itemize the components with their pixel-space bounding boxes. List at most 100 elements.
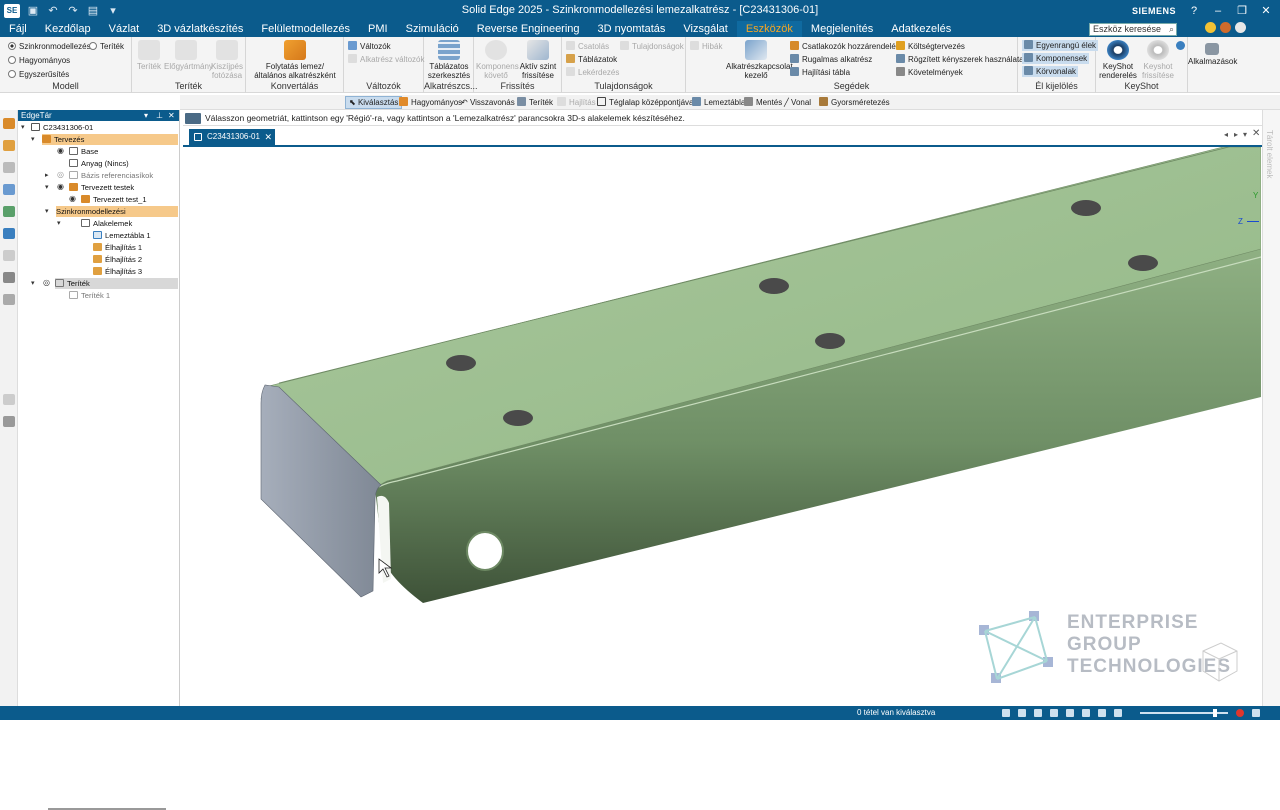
tree-synchronous[interactable]: Szinkronmodellezési (56, 206, 178, 217)
pin-icon[interactable] (3, 394, 15, 405)
cmd-undo[interactable]: ↶ Visszavonás (458, 96, 518, 109)
radio-ordered[interactable]: Hagyományos (8, 56, 70, 66)
tangent-edges-toggle[interactable]: Egyenrangú élek (1022, 40, 1099, 51)
cmd-smart-dimension[interactable]: Gyorsméretezés (816, 96, 893, 109)
record-icon[interactable] (1236, 709, 1244, 717)
tools-icon[interactable] (3, 162, 15, 173)
close-tab-icon[interactable]: ✕ (264, 129, 272, 145)
zoom-icon[interactable] (1034, 709, 1042, 717)
tree-root[interactable]: C23431306-01 (31, 122, 93, 133)
collapse-features-icon[interactable]: ▾ (57, 219, 61, 227)
close-icon[interactable]: ✕ (1260, 4, 1272, 17)
tree-flange-1[interactable]: Élhajlítás 1 (93, 242, 142, 253)
pan-icon[interactable] (1050, 709, 1058, 717)
cmd-save[interactable]: Mentés (741, 96, 785, 109)
update-active-level-button[interactable]: Aktív szint frissítése (518, 40, 558, 80)
collapse-root-icon[interactable]: ▾ (21, 123, 25, 131)
unfold-photo-button[interactable]: Kiszíjpés fotózása (210, 40, 244, 80)
print-icon[interactable]: ▤ (86, 5, 100, 17)
errors-button[interactable]: Hibák (690, 41, 722, 52)
component-tracker-button[interactable]: Komponens követő (476, 40, 519, 80)
view-cube[interactable] (1193, 637, 1243, 687)
menu-simulation[interactable]: Szimuláció (397, 21, 468, 37)
stack-icon[interactable] (3, 272, 15, 283)
outlines-toggle[interactable]: Körvonalak (1022, 66, 1079, 77)
tree-flat-1[interactable]: Teríték 1 (69, 290, 110, 301)
cmd-rectangle-center[interactable]: Téglalap középpontjával (594, 96, 698, 109)
tree-base[interactable]: Base (69, 146, 98, 157)
keyshot-extra-icon[interactable] (1176, 41, 1185, 50)
continue-sheet-button[interactable]: Folytatás lemez/ általános alkatrészként (250, 40, 340, 80)
link-icon[interactable] (3, 250, 15, 261)
tab-list-icon[interactable]: ▾ (1243, 130, 1247, 139)
display-style-icon[interactable] (1098, 709, 1106, 717)
undo-icon[interactable]: ↶ (46, 5, 60, 17)
settings-icon[interactable] (3, 416, 15, 427)
settings-gear-icon[interactable] (1235, 22, 1246, 33)
radio-flat[interactable]: Teríték (89, 42, 124, 52)
collapse-synchronous-icon[interactable]: ▾ (45, 207, 49, 215)
cmd-bend[interactable]: Hajlítás (554, 96, 599, 109)
library-icon[interactable] (3, 206, 15, 217)
pathfinder-icon[interactable] (3, 118, 15, 129)
view-fit-icon[interactable] (1002, 709, 1010, 717)
cost-planning-button[interactable]: Költségtervezés (896, 41, 965, 52)
cmd-ordered[interactable]: Hagyományos (396, 96, 465, 109)
family-icon[interactable] (3, 294, 15, 305)
dropdown-icon[interactable]: ▾ (144, 110, 148, 121)
keyshot-render-button[interactable]: KeyShot renderelés (1098, 40, 1138, 80)
body-eye-icon[interactable]: ◉ (69, 194, 76, 203)
command-search-input[interactable]: Eszköz keresése ⌕ (1089, 23, 1177, 36)
radio-synchronous[interactable]: Szinkronmodellezési (8, 42, 92, 52)
pin-panel-icon[interactable]: ⊥ (156, 110, 163, 121)
table-edit-button[interactable]: Táblázatos szerkesztés (426, 40, 472, 80)
close-document-icon[interactable]: ✕ (1252, 128, 1260, 139)
menu-tools[interactable]: Eszközök (736, 21, 802, 37)
bodies-eye-icon[interactable]: ◉ (57, 182, 64, 191)
menu-inspect[interactable]: Vizsgálat (674, 21, 736, 37)
collapse-flat-icon[interactable]: ▾ (31, 279, 35, 287)
tree-design-bodies[interactable]: Tervezett testek (69, 182, 134, 193)
fixed-constraints-button[interactable]: Rögzített kényszerek használata (896, 54, 1024, 65)
part-variables-button[interactable]: Alkatrész változók (348, 54, 424, 65)
redo-icon[interactable]: ↷ (66, 5, 80, 17)
tree-design-body-1[interactable]: Tervezett test_1 (81, 194, 147, 205)
menu-3d-sketch[interactable]: 3D vázlatkészítés (148, 21, 252, 37)
properties-button[interactable]: Tulajdonságok (620, 41, 684, 52)
sensor-icon[interactable] (3, 228, 15, 239)
components-toggle[interactable]: Komponensek (1022, 53, 1090, 64)
rotate-icon[interactable] (1066, 709, 1074, 717)
tree-features[interactable]: Alakelemek (81, 218, 132, 229)
menu-pmi[interactable]: PMI (359, 21, 397, 37)
hidden-eye-icon[interactable]: ◎ (57, 170, 64, 179)
document-tab[interactable]: C23431306-01 ✕ (189, 129, 275, 145)
expand-planes-icon[interactable]: ▸ (45, 171, 49, 179)
query-button[interactable]: Lekérdezés (566, 67, 619, 78)
flat-pattern-button[interactable]: Teríték (134, 40, 164, 71)
blank-button[interactable]: Előgyártmány (164, 40, 213, 71)
menu-home[interactable]: Kezdőlap (36, 21, 100, 37)
tree-flange-3[interactable]: Élhajlítás 3 (93, 266, 142, 277)
tree-tab-1[interactable]: Lemeztábla 1 (93, 230, 151, 241)
search-icon[interactable]: ⌕ (1169, 24, 1174, 35)
side-panel-tab[interactable]: Tárolt elemek (1265, 130, 1274, 178)
app-logo[interactable]: SE (4, 3, 20, 18)
tree-material[interactable]: Anyag (Nincs) (69, 158, 129, 169)
attach-button[interactable]: Csatolás (566, 41, 609, 52)
tree-flat[interactable]: Teríték (55, 278, 178, 289)
graphics-viewport[interactable]: ENTERPRISE GROUP TECHNOLOGIES Y Z (183, 138, 1262, 706)
bend-table-button[interactable]: Hajlítási tábla (790, 67, 850, 78)
menu-surfacing[interactable]: Felületmodellezés (252, 21, 359, 37)
tree-base-planes[interactable]: Bázis referenciasíkok (69, 170, 153, 181)
tree-flange-2[interactable]: Élhajlítás 2 (93, 254, 142, 265)
variables-button[interactable]: Változók (348, 41, 391, 52)
layers-icon[interactable] (3, 140, 15, 151)
flat-eye-icon[interactable]: ◎ (43, 278, 50, 287)
menu-view[interactable]: Megjelenítés (802, 21, 882, 37)
collapse-bodies-icon[interactable]: ▾ (45, 183, 49, 191)
sad-face-icon[interactable] (1220, 22, 1231, 33)
collapse-design-icon[interactable]: ▾ (31, 135, 35, 143)
menu-data-management[interactable]: Adatkezelés (882, 21, 960, 37)
zoom-slider-thumb[interactable] (1213, 709, 1217, 717)
save-icon[interactable]: ▣ (26, 5, 40, 17)
